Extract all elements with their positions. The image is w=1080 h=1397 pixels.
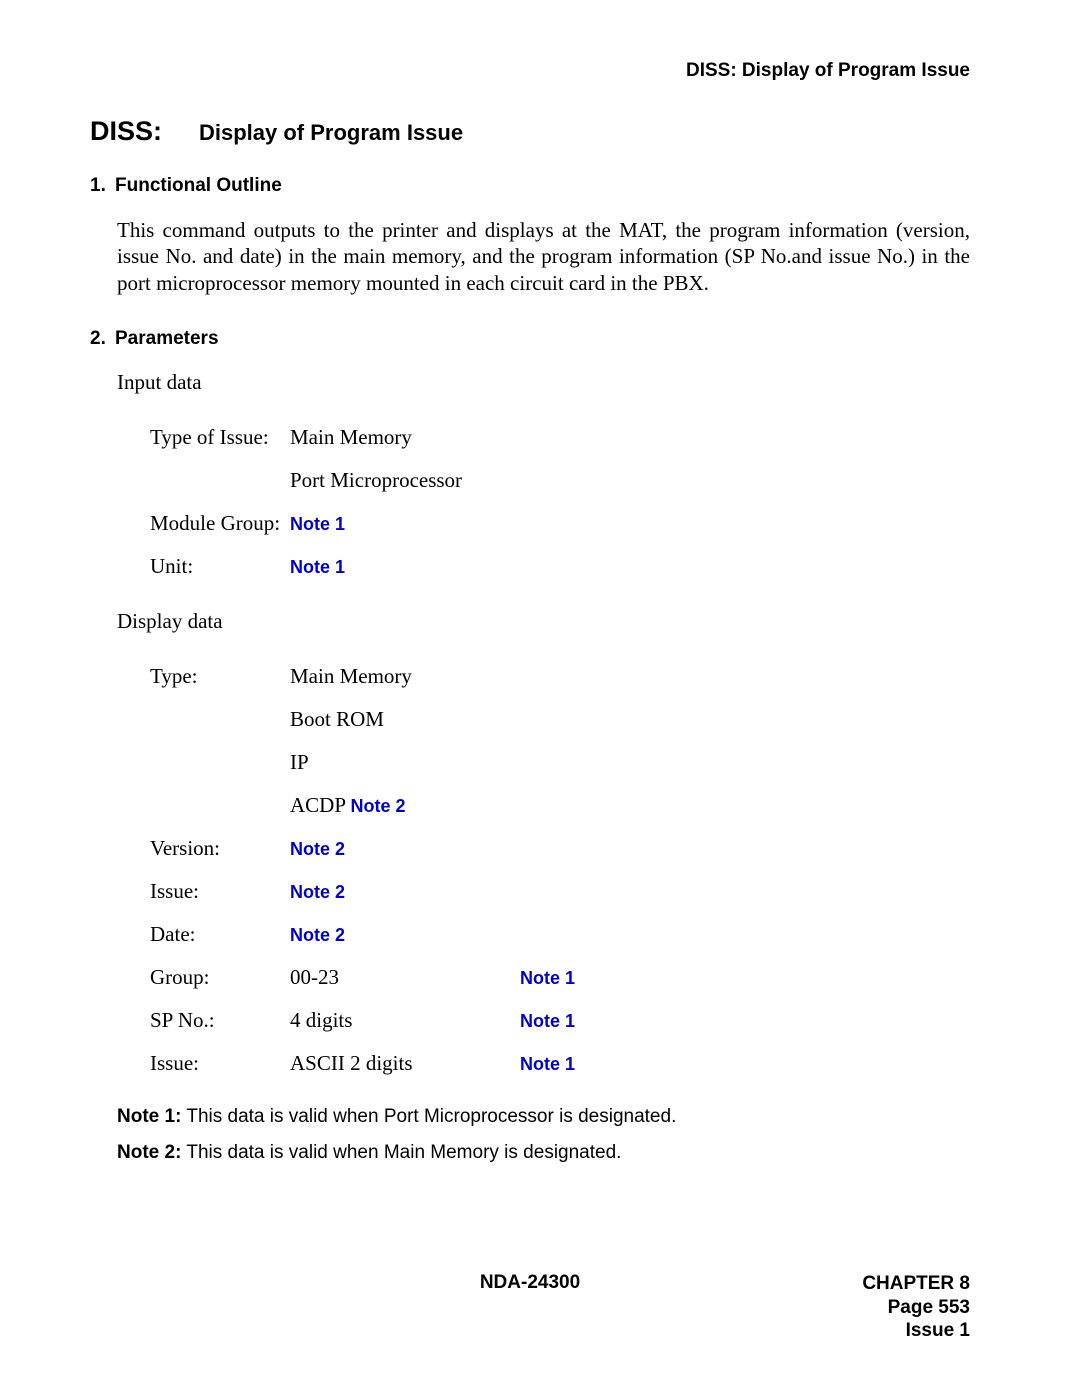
label-issue2: Issue: [150,1051,290,1076]
section-2-num: 2. [90,328,115,350]
display-data-block: Type: Main Memory Boot ROM IP ACDP Note … [150,664,970,1076]
note-1-link[interactable]: Note 1 [290,557,345,577]
acdp-text: ACDP [290,793,351,817]
row-date: Date: Note 2 [150,922,970,947]
note-1-text: This data is valid when Port Microproces… [186,1106,676,1127]
row-unit: Unit: Note 1 [150,554,970,579]
section-2-title: Parameters [115,328,219,349]
label-spno: SP No.: [150,1008,290,1033]
header-right: DISS: Display of Program Issue [90,60,970,82]
title-row: DISS: Display of Program Issue [90,116,970,147]
value-spno: 4 digits [290,1008,520,1033]
note-2-label: Note 2: [117,1142,181,1163]
label-type: Type: [150,664,290,689]
row-module-group: Module Group: Note 1 [150,511,970,536]
note-1: Note 1: This data is valid when Port Mic… [117,1106,970,1128]
note-2-link[interactable]: Note 2 [290,925,345,945]
label-unit: Unit: [150,554,290,579]
input-data-label: Input data [117,370,970,395]
note-1-link[interactable]: Note 1 [520,1011,575,1031]
footer-issue: Issue 1 [90,1319,970,1343]
note-2: Note 2: This data is valid when Main Mem… [117,1142,970,1164]
label-issue: Issue: [150,879,290,904]
section-1-heading: 1.Functional Outline [90,175,970,197]
value-group: 00-23 [290,965,520,990]
row-issue: Issue: Note 2 [150,879,970,904]
label-date: Date: [150,922,290,947]
row-group: Group: 00-23 Note 1 [150,965,970,990]
note-1-link[interactable]: Note 1 [520,968,575,988]
value-port-micro: Port Microprocessor [290,468,520,493]
value-type-main-memory: Main Memory [290,664,520,689]
label-type-of-issue: Type of Issue: [150,425,290,450]
value-type-boot-rom: Boot ROM [290,707,520,732]
row-type-4: ACDP Note 2 [150,793,970,818]
note-2-text: This data is valid when Main Memory is d… [186,1142,621,1163]
label-group: Group: [150,965,290,990]
section-1-num: 1. [90,175,115,197]
input-data-block: Type of Issue: Main Memory Port Micropro… [150,425,970,579]
note-2-link[interactable]: Note 2 [351,796,406,816]
row-type-3: IP [150,750,970,775]
row-type-1: Type: Main Memory [150,664,970,689]
note-1-link[interactable]: Note 1 [520,1054,575,1074]
row-version: Version: Note 2 [150,836,970,861]
label-version: Version: [150,836,290,861]
note-2-link[interactable]: Note 2 [290,882,345,902]
section-1-body: This command outputs to the printer and … [117,217,970,296]
row-type-of-issue-2: Port Microprocessor [150,468,970,493]
note-1-link[interactable]: Note 1 [290,514,345,534]
page: DISS: Display of Program Issue DISS: Dis… [0,0,1080,1397]
section-1-title: Functional Outline [115,175,282,196]
notes-block: Note 1: This data is valid when Port Mic… [117,1106,970,1164]
display-data-label: Display data [117,609,970,634]
note-1-label: Note 1: [117,1106,181,1127]
footer-page: Page 553 [90,1296,970,1320]
row-issue2: Issue: ASCII 2 digits Note 1 [150,1051,970,1076]
value-issue2: ASCII 2 digits [290,1051,520,1076]
title-text: Display of Program Issue [199,120,463,145]
label-module-group: Module Group: [150,511,290,536]
value-main-memory: Main Memory [290,425,520,450]
note-2-link[interactable]: Note 2 [290,839,345,859]
row-type-2: Boot ROM [150,707,970,732]
section-2-heading: 2.Parameters [90,328,970,350]
value-type-acdp: ACDP Note 2 [290,793,520,818]
value-type-ip: IP [290,750,520,775]
row-type-of-issue-1: Type of Issue: Main Memory [150,425,970,450]
title-code: DISS: [90,116,195,147]
row-spno: SP No.: 4 digits Note 1 [150,1008,970,1033]
footer: NDA-24300 CHAPTER 8 Page 553 Issue 1 [90,1272,970,1343]
footer-center: NDA-24300 [90,1272,970,1294]
